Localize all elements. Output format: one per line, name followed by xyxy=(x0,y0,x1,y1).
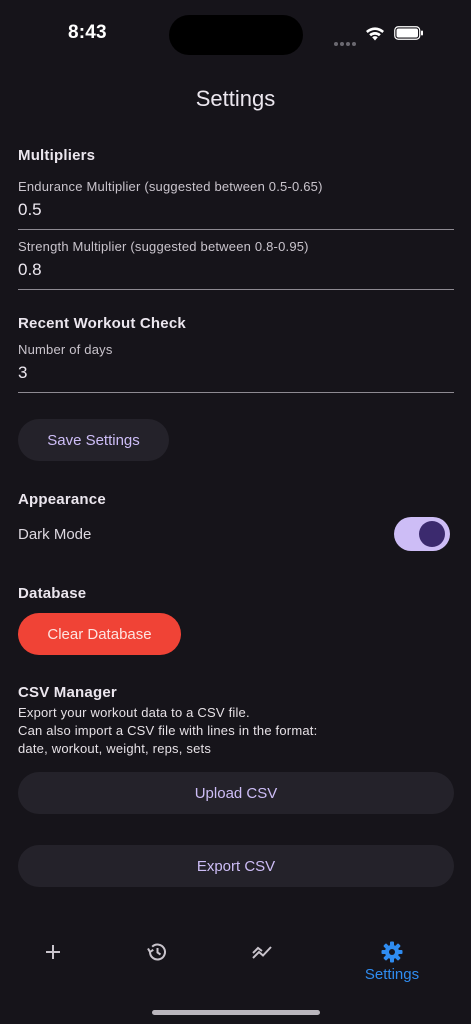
clear-database-button[interactable]: Clear Database xyxy=(18,613,181,655)
nav-history[interactable] xyxy=(117,930,197,986)
dark-mode-label: Dark Mode xyxy=(18,526,92,543)
number-of-days-input[interactable] xyxy=(18,363,454,383)
plus-icon xyxy=(46,945,60,959)
nav-settings[interactable]: Settings xyxy=(352,930,432,986)
history-icon xyxy=(147,943,166,961)
csv-description-line: Export your workout data to a CSV file. xyxy=(18,705,250,720)
cellular-signal-icon xyxy=(334,33,358,46)
trend-chart-icon xyxy=(252,946,272,959)
nav-progress[interactable] xyxy=(222,930,302,986)
strength-field-underline xyxy=(18,289,454,290)
nav-settings-label: Settings xyxy=(364,966,420,983)
csv-manager-heading: CSV Manager xyxy=(18,684,117,701)
strength-multiplier-label: Strength Multiplier (suggested between 0… xyxy=(18,239,309,254)
endurance-multiplier-input[interactable] xyxy=(18,200,454,220)
database-heading: Database xyxy=(18,585,87,602)
nav-add[interactable] xyxy=(13,930,93,986)
endurance-multiplier-label: Endurance Multiplier (suggested between … xyxy=(18,179,323,194)
upload-csv-button[interactable]: Upload CSV xyxy=(18,772,454,814)
csv-description: Export your workout data to a CSV file. … xyxy=(18,704,317,758)
save-settings-button[interactable]: Save Settings xyxy=(18,419,169,461)
gear-icon xyxy=(381,941,403,963)
strength-multiplier-input[interactable] xyxy=(18,260,454,280)
csv-description-line: Can also import a CSV file with lines in… xyxy=(18,723,318,738)
toggle-knob xyxy=(419,521,445,547)
days-field-underline xyxy=(18,392,454,393)
appearance-heading: Appearance xyxy=(18,491,106,508)
wifi-icon xyxy=(366,27,384,41)
multipliers-heading: Multipliers xyxy=(18,147,96,164)
number-of-days-label: Number of days xyxy=(18,342,113,357)
recent-workout-check-heading: Recent Workout Check xyxy=(18,315,186,332)
battery-icon xyxy=(394,26,423,40)
csv-description-line: date, workout, weight, reps, sets xyxy=(18,741,212,756)
dynamic-island xyxy=(169,15,303,55)
dark-mode-toggle[interactable] xyxy=(394,517,450,551)
home-indicator xyxy=(152,1010,320,1015)
status-time: 8:43 xyxy=(68,22,107,43)
export-csv-button[interactable]: Export CSV xyxy=(18,845,454,887)
page-title: Settings xyxy=(195,86,276,111)
endurance-field-underline xyxy=(18,229,454,230)
